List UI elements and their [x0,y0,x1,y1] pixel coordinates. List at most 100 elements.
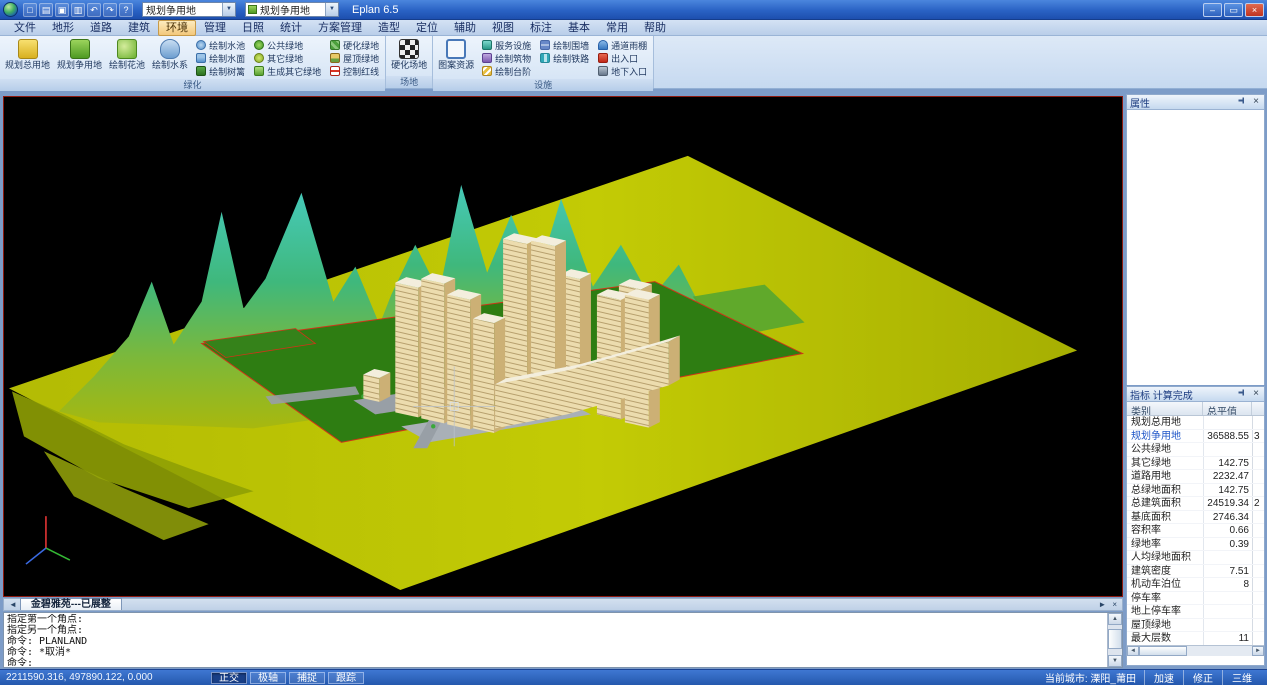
redo-icon[interactable]: ↷ [103,3,117,17]
button-entrance-exit[interactable]: 出入口 [595,52,650,64]
plot-icon[interactable]: ▥ [71,3,85,17]
status-item-加速[interactable]: 加速 [1144,670,1183,685]
indicator-row[interactable]: 地上停车率 [1127,605,1264,619]
document-tab[interactable]: 金碧雅苑---已展整 [20,598,122,610]
indicator-row[interactable]: 停车率 [1127,592,1264,606]
button-hard-green[interactable]: 硬化绿地 [327,39,382,51]
status-item-三维[interactable]: 三维 [1222,670,1261,685]
horizontal-scrollbar[interactable]: ◄ ► [1127,645,1264,656]
menu-item-地形[interactable]: 地形 [44,20,82,36]
indicator-row[interactable]: 基底面积2746.34 [1127,511,1264,525]
button-water-system[interactable]: 绘制水系 [150,38,190,71]
maximize-button[interactable]: ▭ [1224,3,1243,17]
button-roof-green[interactable]: 屋顶绿地 [327,52,382,64]
button-flower-bed[interactable]: 绘制花池 [107,38,147,71]
scroll-right-icon[interactable]: ► [1252,646,1264,656]
button-other-green[interactable]: 其它绿地 [251,52,324,64]
indicator-row[interactable]: 道路用地2232.47 [1127,470,1264,484]
button-gen-other-green[interactable]: 生成其它绿地 [251,65,324,77]
tab-close-icon[interactable]: × [1109,599,1120,610]
indicator-row[interactable]: 规划总用地 [1127,416,1264,430]
button-service-facility[interactable]: 服务设施 [479,39,534,51]
column-total: 总平值 [1203,402,1252,415]
menu-item-常用[interactable]: 常用 [598,20,636,36]
button-pattern-resource[interactable]: 图案资源 [436,38,476,71]
menu-item-定位[interactable]: 定位 [408,20,446,36]
tab-scroll-right-icon[interactable]: ► [1095,599,1109,610]
menu-item-视图[interactable]: 视图 [484,20,522,36]
button-hard-ground[interactable]: 硬化场地 [389,38,429,71]
close-icon[interactable]: × [1251,97,1261,107]
menu-item-统计[interactable]: 统计 [272,20,310,36]
close-button[interactable]: × [1245,3,1264,17]
chevron-down-icon[interactable]: ▼ [325,3,338,16]
menu-item-辅助[interactable]: 辅助 [446,20,484,36]
button-water-surface[interactable]: 绘制水面 [193,52,248,64]
indicator-row[interactable]: 屋顶绿地 [1127,619,1264,633]
button-fence-wall[interactable]: 绘制围墙 [537,39,592,51]
status-toggle-极轴[interactable]: 极轴 [250,672,286,684]
status-toggle-跟踪[interactable]: 跟踪 [328,672,364,684]
button-plan-total-land[interactable]: 规划总用地 [3,38,52,71]
vertical-scrollbar[interactable]: ▲ ▼ [1107,613,1122,667]
command-window[interactable]: 指定第一个角点:指定另一个角点:命令: PLANLAND命令: *取消*命令: … [3,612,1123,668]
button-structure[interactable]: 绘制筑物 [479,52,534,64]
indicator-row[interactable]: 其它绿地142.75 [1127,457,1264,471]
help-icon[interactable]: ? [119,3,133,17]
layer-combo[interactable]: 规划争用地 ▼ [142,2,236,17]
viewport[interactable] [3,96,1123,597]
close-icon[interactable]: × [1251,389,1261,399]
scroll-down-icon[interactable]: ▼ [1108,655,1122,667]
scrollbar-thumb[interactable] [1108,629,1122,649]
menu-item-日照[interactable]: 日照 [234,20,272,36]
menu-item-环境[interactable]: 环境 [158,20,196,36]
indicator-row[interactable]: 规划争用地36588.553 [1127,430,1264,444]
indicator-value: 36588.55 [1203,430,1252,443]
status-toggle-正交[interactable]: 正交 [211,672,247,684]
tab-scroll-left-icon[interactable]: ◄ [6,599,20,610]
button-plan-net-land[interactable]: 规划争用地 [55,38,104,71]
menu-item-标注[interactable]: 标注 [522,20,560,36]
indicator-row[interactable]: 最大层数11 [1127,632,1264,645]
properties-panel-body [1127,110,1264,385]
indicator-row[interactable]: 建筑密度7.51 [1127,565,1264,579]
button-red-line[interactable]: 控制红线 [327,65,382,77]
scroll-left-icon[interactable]: ◄ [1127,646,1139,656]
button-canopy[interactable]: 通道雨棚 [595,39,650,51]
indicator-row[interactable]: 总绿地面积142.75 [1127,484,1264,498]
scrollbar-thumb[interactable] [1139,646,1187,656]
pin-icon[interactable] [1235,388,1248,400]
minimize-button[interactable]: – [1203,3,1222,17]
save-icon[interactable]: ▣ [55,3,69,17]
menu-item-方案管理[interactable]: 方案管理 [310,20,370,36]
menu-item-帮助[interactable]: 帮助 [636,20,674,36]
menu-item-道路[interactable]: 道路 [82,20,120,36]
button-hedge[interactable]: 绘制树篱 [193,65,248,77]
status-item-修正[interactable]: 修正 [1183,670,1222,685]
new-file-icon[interactable]: □ [23,3,37,17]
status-toggle-捕捉[interactable]: 捕捉 [289,672,325,684]
menu-item-造型[interactable]: 造型 [370,20,408,36]
pin-icon[interactable] [1235,96,1248,108]
indicator-row[interactable]: 容积率0.66 [1127,524,1264,538]
button-railway[interactable]: 绘制铁路 [537,52,592,64]
command-lines[interactable]: 指定第一个角点:指定另一个角点:命令: PLANLAND命令: *取消*命令: [7,614,1104,666]
button-steps[interactable]: 绘制台阶 [479,65,534,77]
button-pool[interactable]: 绘制水池 [193,39,248,51]
menu-item-文件[interactable]: 文件 [6,20,44,36]
landtype-combo[interactable]: 规划争用地 ▼ [245,2,339,17]
menu-item-管理[interactable]: 管理 [196,20,234,36]
menu-item-基本[interactable]: 基本 [560,20,598,36]
open-file-icon[interactable]: ▤ [39,3,53,17]
menu-item-建筑[interactable]: 建筑 [120,20,158,36]
indicator-row[interactable]: 人均绿地面积 [1127,551,1264,565]
indicator-row[interactable]: 总建筑面积24519.342 [1127,497,1264,511]
undo-icon[interactable]: ↶ [87,3,101,17]
indicator-row[interactable]: 公共绿地 [1127,443,1264,457]
button-public-green[interactable]: 公共绿地 [251,39,324,51]
indicator-row[interactable]: 绿地率0.39 [1127,538,1264,552]
button-underground-entrance[interactable]: 地下入口 [595,65,650,77]
scroll-up-icon[interactable]: ▲ [1108,613,1122,625]
chevron-down-icon[interactable]: ▼ [222,3,235,16]
indicator-row[interactable]: 机动车泊位8 [1127,578,1264,592]
